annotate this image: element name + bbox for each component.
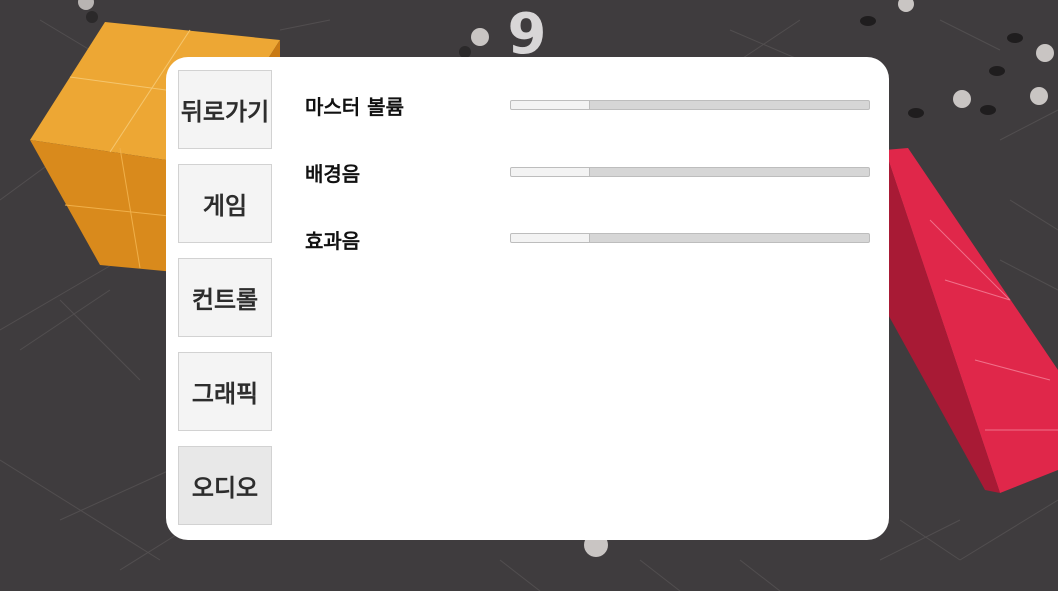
master-volume-fill <box>511 101 590 109</box>
tab-controls[interactable]: 컨트롤 <box>178 258 272 337</box>
bgm-volume-fill <box>511 168 590 176</box>
red-beam <box>880 148 1058 493</box>
sfx-volume-fill <box>511 234 590 242</box>
tab-graphics[interactable]: 그래픽 <box>178 352 272 431</box>
tab-game[interactable]: 게임 <box>178 164 272 243</box>
master-volume-label: 마스터 볼륨 <box>305 95 404 119</box>
back-button[interactable]: 뒤로가기 <box>178 70 272 149</box>
sfx-volume-label: 효과음 <box>305 229 361 253</box>
sfx-volume-slider[interactable] <box>510 233 870 243</box>
bgm-volume-label: 배경음 <box>305 162 361 186</box>
tab-audio[interactable]: 오디오 <box>178 446 272 525</box>
bgm-volume-slider[interactable] <box>510 167 870 177</box>
settings-panel <box>166 57 889 540</box>
master-volume-slider[interactable] <box>510 100 870 110</box>
